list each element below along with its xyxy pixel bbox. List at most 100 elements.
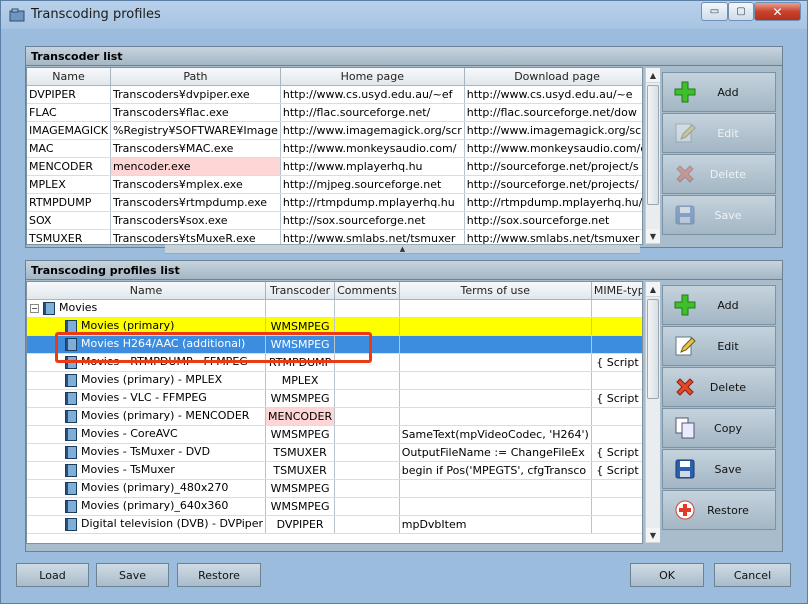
add-button[interactable]: Add [662,72,776,112]
window-title: Transcoding profiles [31,7,161,22]
button-label: Delete [709,167,747,181]
restore-button[interactable]: Restore [177,563,261,587]
table-cell [399,299,592,318]
copy-icon [671,414,699,442]
maximize-button[interactable]: ▢ [728,2,754,21]
table-cell: Movies (primary)_640x360 [27,497,267,516]
table-cell: Movies (primary) - MENCODER [27,407,267,426]
table-cell: mencoder.exe [110,157,281,176]
restore-icon [671,496,699,524]
scroll-thumb[interactable] [647,85,659,205]
profile-row[interactable]: Movies (primary)_480x270 WMSMPEG [27,479,642,498]
column-header[interactable]: Transcoder [265,282,336,300]
transcoder-scrollbar[interactable]: ▲ ▼ [645,68,660,244]
profile-row[interactable]: Digital television (DVB) - DVPiper DVPIPE… [27,515,642,534]
panel-splitter[interactable]: ▲ [165,244,640,254]
save-button[interactable]: Save [662,449,776,489]
table-row[interactable]: MPLEX Transcoders¥mplex.exe http://mjpeg.s… [27,175,642,194]
column-header[interactable]: Download page [464,68,642,86]
ok-button[interactable]: OK [630,563,704,587]
column-header[interactable]: Terms of use [399,282,592,300]
table-cell: http://sourceforge.net/projects/ [464,175,642,194]
table-cell [591,425,642,444]
profiles-scrollbar[interactable]: ▲ ▼ [645,282,660,543]
film-icon [65,391,77,405]
transcoder-table: Name Path Home page Download page DVPIPER Tr… [27,68,642,244]
column-header[interactable]: MIME-type [591,282,642,300]
collapse-icon[interactable]: − [30,303,39,313]
button-label: Save [714,462,742,476]
table-cell: { Script } [591,443,642,462]
restore-button[interactable]: Restore [662,490,776,530]
save-button[interactable]: Save [662,195,776,235]
film-icon [65,499,77,513]
table-cell: Movies (primary)_480x270 [27,479,267,498]
profile-row[interactable]: Movies - CoreAVC WMSMPEG SameText(mpVideoC… [27,425,642,444]
table-row[interactable]: IMAGEMAGICK %Registry¥SOFTWARE¥Image http:… [27,121,642,140]
table-cell [334,497,400,516]
table-cell: http://flac.sourceforge.net/ [280,103,465,122]
table-row[interactable]: MENCODER mencoder.exe http://www.mplayerhq… [27,157,642,176]
save-button[interactable]: Save [96,563,169,587]
profile-row[interactable]: Movies - TsMuxer - DVD TSMUXER OutputFileN… [27,443,642,462]
delete-button[interactable]: Delete [662,154,776,194]
scroll-down-icon[interactable]: ▼ [646,528,660,543]
film-icon [65,445,77,459]
copy-button[interactable]: Copy [662,408,776,448]
column-header[interactable]: Name [27,68,112,86]
profile-row[interactable]: Movies (primary) - MENCODER MENCODER [27,407,642,426]
table-cell: http://www.cs.usyd.edu.au/~ef [280,85,465,104]
edit-button[interactable]: Edit [662,326,776,366]
table-cell: Transcoders¥MAC.exe [110,139,281,158]
table-row[interactable]: SOX Transcoders¥sox.exe http://sox.sourcef… [27,211,642,230]
profile-row[interactable]: Movies - VLC - FFMPEG WMSMPEG { Script } [27,389,642,408]
table-cell: http://mjpeg.sourceforge.net [280,175,465,194]
close-button[interactable]: ✕ [754,2,801,21]
profiles-grid[interactable]: Name Transcoder Comments Terms of use MIME-t… [26,281,643,544]
table-cell: Transcoders¥dvpiper.exe [110,85,281,104]
table-cell [334,371,400,390]
table-row[interactable]: MAC Transcoders¥MAC.exe http://www.monkeys… [27,139,642,158]
column-header[interactable]: Comments [334,282,400,300]
profile-name: Movies (primary)_480x270 [81,481,229,495]
table-row[interactable]: TSMUXER Transcoders¥tsMuxeR.exe http://www… [27,229,642,244]
column-header[interactable]: Name [27,282,267,300]
table-cell: http://rtmpdump.mplayerhq.hu/ [464,193,642,212]
table-cell: IMAGEMAGICK [27,121,112,140]
table-cell: http://www.imagemagick.org/scr [464,121,642,140]
add-button[interactable]: Add [662,285,776,325]
cancel-button[interactable]: Cancel [714,563,791,587]
profile-name: Movies (primary)_640x360 [81,499,229,513]
transcoder-grid[interactable]: Name Path Home page Download page DVPIPER Tr… [26,67,643,245]
edit-button[interactable]: Edit [662,113,776,153]
profile-name: Movies (primary) - MENCODER [81,409,250,423]
table-row[interactable]: RTMPDUMP Transcoders¥rtmpdump.exe http://r… [27,193,642,212]
table-row[interactable]: FLAC Transcoders¥flac.exe http://flac.sour… [27,103,642,122]
minimize-button[interactable]: ▭ [701,2,728,21]
save-icon [671,201,699,229]
profile-row[interactable]: Movies (primary) - MPLEX MPLEX [27,371,642,390]
column-header[interactable]: Home page [280,68,465,86]
film-icon [43,301,55,315]
scroll-up-icon[interactable]: ▲ [646,282,660,297]
table-cell: MPLEX [265,371,336,390]
scroll-thumb[interactable] [647,299,659,399]
table-cell [399,407,592,426]
profile-row[interactable]: Movies - TsMuxer TSMUXER begin if Pos('MPE… [27,461,642,480]
delete-button[interactable]: Delete [662,367,776,407]
table-cell [591,299,642,318]
tree-root-row[interactable]: − Movies [27,299,642,318]
table-cell: http://sourceforge.net/project/s [464,157,642,176]
table-cell [591,407,642,426]
transcoder-list-header: Transcoder list [26,47,782,66]
load-button[interactable]: Load [16,563,89,587]
scroll-down-icon[interactable]: ▼ [646,229,660,244]
table-row[interactable]: DVPIPER Transcoders¥dvpiper.exe http://www… [27,85,642,104]
scroll-up-icon[interactable]: ▲ [646,68,660,83]
profile-row[interactable]: Movies (primary)_640x360 WMSMPEG [27,497,642,516]
column-header[interactable]: Path [110,68,281,86]
table-cell: WMSMPEG [265,425,336,444]
table-cell: http://sox.sourceforge.net [280,211,465,230]
table-cell: Movies - TsMuxer [27,461,267,480]
edit-icon [671,332,699,360]
